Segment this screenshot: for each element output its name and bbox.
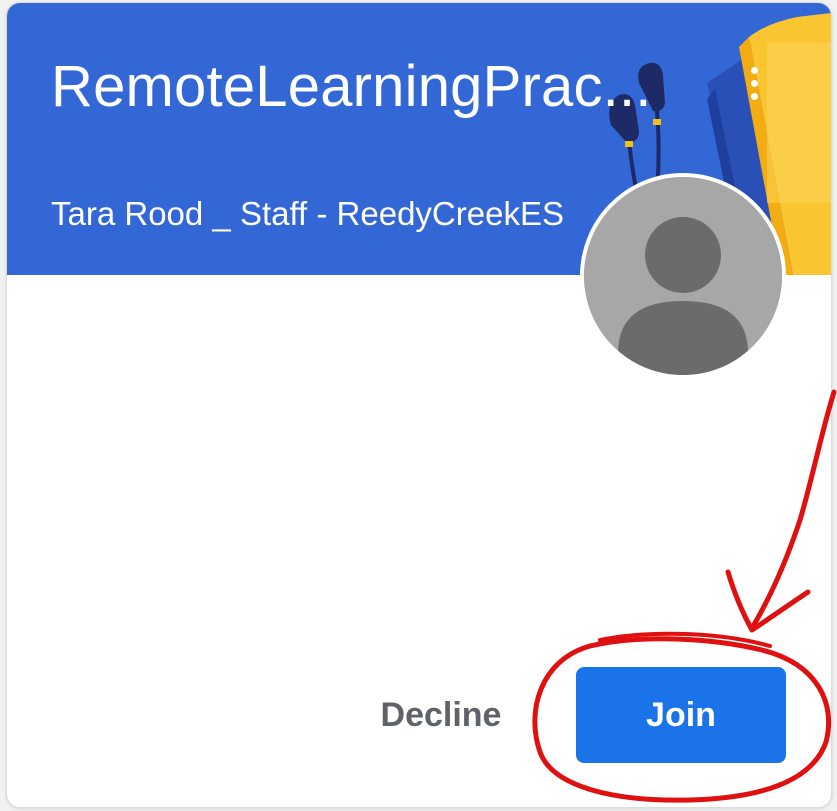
class-title[interactable]: RemoteLearningPrac... <box>51 49 671 125</box>
more-vert-icon-dot <box>750 66 758 74</box>
more-vert-icon-dot <box>750 92 758 100</box>
teacher-name: Tara Rood _ Staff - ReedyCreekES <box>51 195 564 232</box>
teacher-avatar <box>580 173 786 379</box>
more-options-button[interactable] <box>737 55 771 111</box>
class-invite-card: RemoteLearningPrac... Tara Rood _ Staff … <box>6 2 832 808</box>
decline-button[interactable]: Decline <box>359 683 523 747</box>
join-button[interactable]: Join <box>576 667 786 763</box>
default-person-avatar-icon <box>584 177 782 375</box>
card-actions: Decline Join <box>7 667 831 763</box>
screenshot-stage: RemoteLearningPrac... Tara Rood _ Staff … <box>0 0 837 811</box>
more-vert-icon-dot <box>750 79 758 87</box>
